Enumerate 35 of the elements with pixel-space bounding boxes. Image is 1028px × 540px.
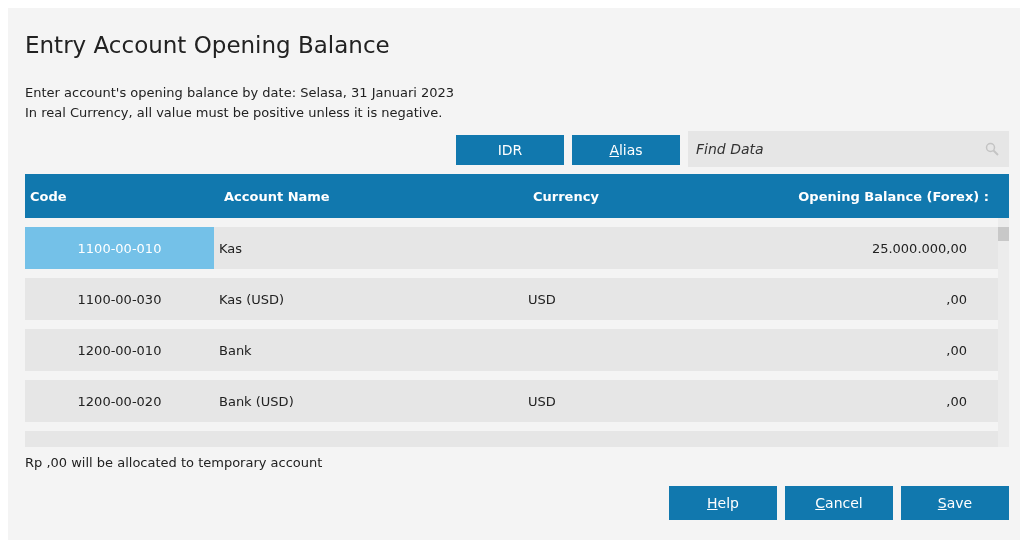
- balance-cell-text: ,00: [945, 342, 968, 358]
- dialog-title: Entry Account Opening Balance: [25, 32, 391, 58]
- column-header: Account Name: [223, 188, 331, 204]
- name-cell-text: Bank (USD): [218, 393, 295, 409]
- code-cell-text: 1200-00-010: [76, 341, 163, 360]
- balance-cell-text: ,00: [945, 393, 968, 409]
- table-row[interactable]: 1100-00-030 Kas (USD) USD ,00: [25, 278, 998, 320]
- info-text: Enter account's opening balance by date: Selasa, 31 Januari 2023: [25, 84, 456, 102]
- column-header: Opening Balance (Forex) :: [797, 188, 990, 204]
- footer-note: Rp ,00 will be allocated to temporary account: [25, 455, 324, 470]
- search-field[interactable]: Find Data: [688, 131, 1009, 167]
- code-cell: 1100-00-010: [25, 227, 214, 269]
- name-cell-text: Bank: [218, 342, 253, 358]
- table-row[interactable]: 1200-00-010 Bank ,00: [25, 329, 998, 371]
- code-cell-text: 1200-00-020: [76, 392, 163, 411]
- dialog-button[interactable]: Help: [669, 486, 777, 520]
- balance-cell-text: ,00: [945, 291, 968, 307]
- search-icon: [985, 142, 999, 156]
- scrollbar[interactable]: [998, 218, 1009, 447]
- column-header: Currency: [532, 188, 600, 204]
- table-row[interactable]: 1100-00-010 Kas 25.000.000,00: [25, 227, 998, 269]
- dialog-button[interactable]: Save: [901, 486, 1009, 520]
- currency-cell-text: USD: [527, 393, 557, 409]
- name-cell-text: Kas (USD): [218, 291, 286, 307]
- balance-cell-text: 25.000.000,00: [870, 240, 968, 256]
- code-cell-text: 1100-00-030: [76, 290, 163, 309]
- currency-cell-text: USD: [527, 291, 557, 307]
- name-cell-text: Kas: [218, 240, 244, 256]
- scroll-thumb[interactable]: [998, 227, 1009, 241]
- toolbar-button[interactable]: Alias: [572, 135, 680, 165]
- column-header: Code: [29, 188, 68, 204]
- toolbar-button[interactable]: IDR: [456, 135, 564, 165]
- info-text: In real Currency, all value must be positive unless it is negative.: [25, 104, 444, 122]
- table-row[interactable]: 1200-00-020 Bank (USD) USD ,00: [25, 380, 998, 422]
- dialog-button[interactable]: Cancel: [785, 486, 893, 520]
